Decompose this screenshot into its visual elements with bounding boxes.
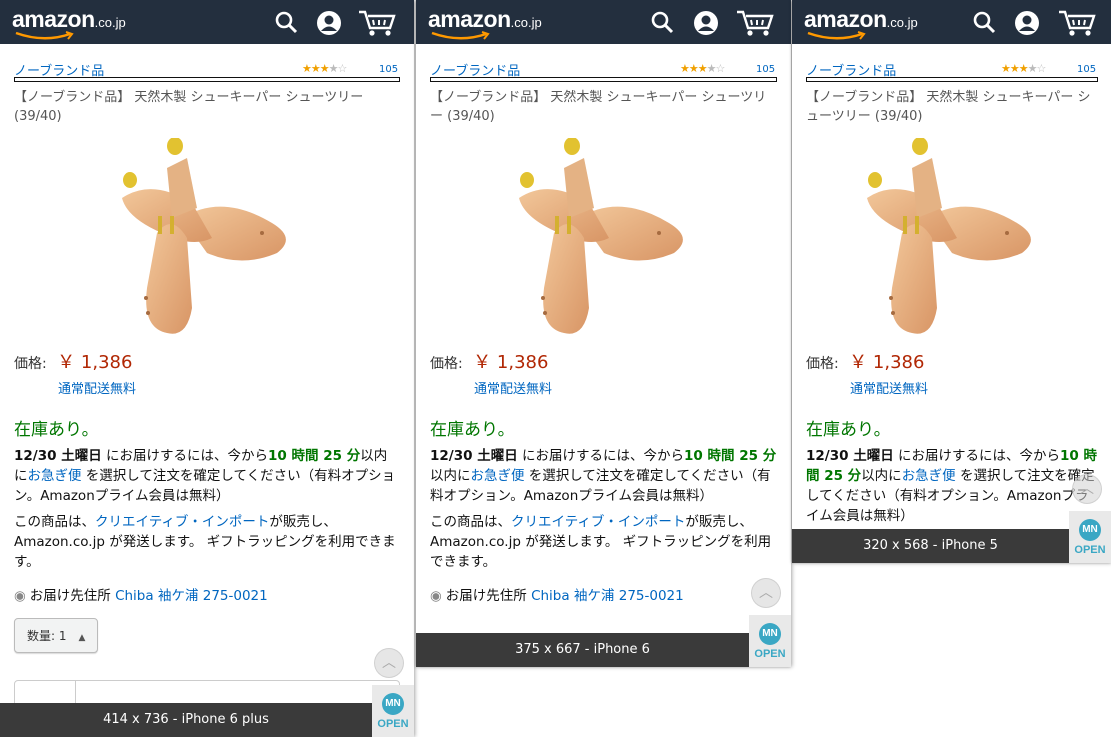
device-label: 320 x 568 - iPhone 5: [792, 529, 1069, 563]
price-row: 価格: ￥ 1,386: [806, 348, 1097, 374]
brand-row: ノーブランド品 ★★★★☆ 105: [14, 60, 400, 82]
scroll-to-top-button[interactable]: ︿: [374, 648, 404, 678]
account-icon[interactable]: [693, 10, 719, 36]
scroll-to-top-button[interactable]: ︿: [1072, 474, 1102, 504]
location-pin-icon: ◉: [430, 588, 442, 604]
express-shipping-link[interactable]: お急ぎ便: [28, 468, 82, 484]
review-count[interactable]: 105: [756, 64, 775, 75]
device-preview-iphone6plus: amazon.co.jp ノーブランド品 ★★★★☆ 105 【ノーブランド品】…: [0, 0, 414, 737]
seller-link[interactable]: クリエイティブ・インポート: [95, 514, 269, 530]
product-title: 【ノーブランド品】 天然木製 シューキーパー シューツリー (39/40): [806, 90, 1091, 124]
product-content: ノーブランド品 ★★★★☆ 105 【ノーブランド品】 天然木製 シューキーパー…: [430, 44, 777, 604]
device-preview-iphone6: amazon.co.jp ノーブランド品 ★★★★☆ 105 【ノーブランド品】…: [416, 0, 791, 667]
price-label: 価格:: [430, 356, 463, 372]
account-icon[interactable]: [1014, 10, 1040, 36]
select-arrows-icon: ▲: [78, 633, 86, 643]
amazon-logo[interactable]: amazon.co.jp: [804, 6, 918, 40]
delivery-info: 12/30 土曜日 にお届けするには、今から10 時間 25 分以内にお急ぎ便 …: [14, 448, 396, 504]
rating-stars[interactable]: ★★★★☆: [1001, 62, 1046, 75]
seller-link[interactable]: クリエイティブ・インポート: [511, 514, 685, 530]
open-badge-button[interactable]: MN OPEN: [372, 685, 414, 737]
stock-status: 在庫あり。: [14, 420, 99, 440]
cart-icon[interactable]: [358, 8, 396, 38]
amazon-smile-icon: [431, 31, 490, 40]
rating-stars[interactable]: ★★★★☆: [680, 62, 725, 75]
site-header: amazon.co.jp: [0, 0, 414, 44]
store-link-bar[interactable]: [806, 77, 1098, 82]
device-preview-iphone5: amazon.co.jp ノーブランド品 ★★★★☆ 105 【ノーブランド品】…: [792, 0, 1111, 563]
cart-icon[interactable]: [736, 8, 774, 38]
price-value: ￥ 1,386: [57, 352, 133, 373]
seller-info: この商品は、クリエイティブ・インポートが販売し、Amazon.co.jp が発送…: [430, 514, 772, 570]
store-link-bar[interactable]: [430, 77, 777, 82]
seller-info: この商品は、クリエイティブ・インポートが販売し、Amazon.co.jp が発送…: [14, 514, 396, 570]
product-image[interactable]: [509, 138, 699, 338]
product-title: 【ノーブランド品】 天然木製 シューキーパー シューツリー (39/40): [430, 90, 767, 124]
product-content: ノーブランド品 ★★★★☆ 105 【ノーブランド品】 天然木製 シューキーパー…: [806, 44, 1098, 526]
express-shipping-link[interactable]: お急ぎ便: [471, 468, 525, 484]
product-image[interactable]: [112, 138, 302, 338]
stock-status: 在庫あり。: [806, 420, 891, 440]
search-icon[interactable]: [274, 10, 298, 34]
quantity-select[interactable]: 数量: 1 ▲: [14, 618, 99, 653]
amazon-logo[interactable]: amazon.co.jp: [428, 6, 542, 40]
price-value: ￥ 1,386: [849, 352, 925, 373]
scroll-to-top-button[interactable]: ︿: [751, 578, 781, 608]
delivery-address[interactable]: ◉ お届け先住所 Chiba 袖ケ浦 275-0021: [14, 584, 400, 604]
delivery-address[interactable]: ◉ お届け先住所 Chiba 袖ケ浦 275-0021: [430, 584, 777, 604]
account-icon[interactable]: [316, 10, 342, 36]
price-row: 価格: ￥ 1,386: [14, 348, 400, 374]
free-shipping-link[interactable]: 通常配送無料: [474, 378, 777, 397]
amazon-logo[interactable]: amazon.co.jp: [12, 6, 126, 40]
site-header: amazon.co.jp: [792, 0, 1111, 44]
express-shipping-link[interactable]: お急ぎ便: [902, 468, 956, 484]
rating-stars[interactable]: ★★★★☆: [302, 62, 347, 75]
amazon-smile-icon: [807, 31, 866, 40]
brand-row: ノーブランド品 ★★★★☆ 105: [806, 60, 1098, 82]
delivery-info: 12/30 土曜日 にお届けするには、今から10 時間 25 分以内にお急ぎ便 …: [806, 448, 1098, 524]
price-value: ￥ 1,386: [473, 352, 549, 373]
device-label: 375 x 667 - iPhone 6: [416, 633, 749, 667]
brand-row: ノーブランド品 ★★★★☆ 105: [430, 60, 777, 82]
review-count[interactable]: 105: [1077, 64, 1096, 75]
delivery-info: 12/30 土曜日 にお届けするには、今から10 時間 25 分以内にお急ぎ便 …: [430, 448, 777, 504]
amazon-smile-icon: [15, 31, 74, 40]
site-header: amazon.co.jp: [416, 0, 791, 44]
product-title: 【ノーブランド品】 天然木製 シューキーパー シューツリー (39/40): [14, 90, 364, 124]
review-count[interactable]: 105: [379, 64, 398, 75]
search-icon[interactable]: [972, 10, 996, 34]
device-label: 414 x 736 - iPhone 6 plus: [0, 703, 372, 737]
store-link-bar[interactable]: [14, 77, 400, 82]
stock-status: 在庫あり。: [430, 420, 515, 440]
cart-icon[interactable]: [1058, 8, 1096, 38]
open-badge-button[interactable]: MN OPEN: [749, 615, 791, 667]
price-label: 価格:: [14, 356, 47, 372]
free-shipping-link[interactable]: 通常配送無料: [58, 378, 400, 397]
location-pin-icon: ◉: [14, 588, 26, 604]
product-image[interactable]: [857, 138, 1047, 338]
open-badge-button[interactable]: MN OPEN: [1069, 511, 1111, 563]
price-label: 価格:: [806, 356, 839, 372]
product-content: ノーブランド品 ★★★★☆ 105 【ノーブランド品】 天然木製 シューキーパー…: [14, 44, 400, 653]
free-shipping-link[interactable]: 通常配送無料: [850, 378, 1097, 397]
search-icon[interactable]: [650, 10, 674, 34]
price-row: 価格: ￥ 1,386: [430, 348, 777, 374]
